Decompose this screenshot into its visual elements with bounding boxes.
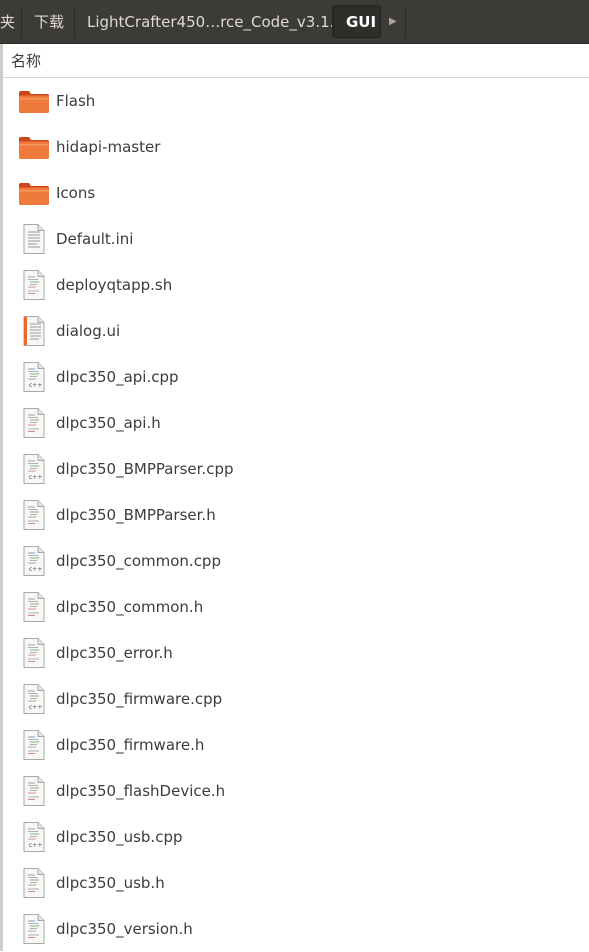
file-row[interactable]: dlpc350_flashDevice.h <box>3 768 589 814</box>
breadcrumb-current[interactable]: GUI <box>333 5 381 38</box>
header-file-icon <box>18 729 50 761</box>
folder-icon <box>18 177 50 209</box>
file-name: Flash <box>56 92 96 110</box>
file-name: dlpc350_common.h <box>56 598 204 616</box>
file-name: dlpc350_api.h <box>56 414 161 432</box>
file-row[interactable]: dlpc350_usb.h <box>3 860 589 906</box>
header-file-icon <box>18 637 50 669</box>
file-name: dlpc350_version.h <box>56 920 193 938</box>
file-row[interactable]: dlpc350_firmware.h <box>3 722 589 768</box>
file-name: dlpc350_flashDevice.h <box>56 782 226 800</box>
text-file-icon <box>18 223 50 255</box>
cpp-file-icon: c++ <box>18 361 50 393</box>
file-name: hidapi-master <box>56 138 161 156</box>
svg-text:c++: c++ <box>29 382 42 389</box>
folder-icon <box>18 131 50 163</box>
file-name: dlpc350_usb.cpp <box>56 828 183 846</box>
file-name: dlpc350_firmware.h <box>56 736 205 754</box>
file-row[interactable]: c++ dlpc350_firmware.cpp <box>3 676 589 722</box>
header-file-icon <box>18 591 50 623</box>
file-row[interactable]: c++ dlpc350_api.cpp <box>3 354 589 400</box>
file-row[interactable]: dlpc350_version.h <box>3 906 589 952</box>
cpp-file-icon: c++ <box>18 545 50 577</box>
header-file-icon <box>18 775 50 807</box>
file-name: dlpc350_common.cpp <box>56 552 221 570</box>
file-row[interactable]: dlpc350_BMPParser.h <box>3 492 589 538</box>
file-row[interactable]: deployqtapp.sh <box>3 262 589 308</box>
svg-text:c++: c++ <box>29 704 42 711</box>
file-name: dlpc350_BMPParser.h <box>56 506 216 524</box>
file-row[interactable]: dlpc350_error.h <box>3 630 589 676</box>
header-file-icon <box>18 499 50 531</box>
breadcrumb-downloads[interactable]: 下载 <box>22 5 75 38</box>
file-list: Flash hidapi-master Icons Default.ini deploy… <box>3 78 589 952</box>
file-row[interactable]: hidapi-master <box>3 124 589 170</box>
file-name: dlpc350_BMPParser.cpp <box>56 460 234 478</box>
script-file-icon <box>18 269 50 301</box>
file-row[interactable]: dlpc350_common.h <box>3 584 589 630</box>
cpp-file-icon: c++ <box>18 683 50 715</box>
file-row[interactable]: Flash <box>3 78 589 124</box>
file-name: dlpc350_firmware.cpp <box>56 690 223 708</box>
file-name: dlpc350_error.h <box>56 644 173 662</box>
breadcrumb-partial[interactable]: 夹 <box>0 5 22 38</box>
svg-text:c++: c++ <box>29 474 42 481</box>
breadcrumb-scroll-right-icon[interactable]: ▶ <box>381 5 406 38</box>
header-file-icon <box>18 867 50 899</box>
file-name: Default.ini <box>56 230 134 248</box>
breadcrumb-source-folder[interactable]: LightCrafter450…rce_Code_v3.1.0 <box>75 5 333 38</box>
file-row[interactable]: c++ dlpc350_BMPParser.cpp <box>3 446 589 492</box>
file-name: dlpc350_api.cpp <box>56 368 179 386</box>
ui-file-icon <box>18 315 50 347</box>
file-name: dialog.ui <box>56 322 121 340</box>
file-name: Icons <box>56 184 96 202</box>
file-name: dlpc350_usb.h <box>56 874 165 892</box>
folder-icon <box>18 85 50 117</box>
svg-text:c++: c++ <box>29 566 42 573</box>
path-bar: 夹 下载 LightCrafter450…rce_Code_v3.1.0 GUI… <box>0 0 589 44</box>
file-row[interactable]: c++ dlpc350_common.cpp <box>3 538 589 584</box>
svg-text:c++: c++ <box>29 842 42 849</box>
file-list-view: 名称 Flash hidapi-master Icons Default.ini dep… <box>0 44 589 951</box>
header-file-icon <box>18 913 50 945</box>
file-row[interactable]: c++ dlpc350_usb.cpp <box>3 814 589 860</box>
file-row[interactable]: dialog.ui <box>3 308 589 354</box>
file-row[interactable]: Icons <box>3 170 589 216</box>
cpp-file-icon: c++ <box>18 453 50 485</box>
column-header-name[interactable]: 名称 <box>3 44 589 78</box>
file-row[interactable]: Default.ini <box>3 216 589 262</box>
header-file-icon <box>18 407 50 439</box>
file-name: deployqtapp.sh <box>56 276 173 294</box>
file-row[interactable]: dlpc350_api.h <box>3 400 589 446</box>
cpp-file-icon: c++ <box>18 821 50 853</box>
